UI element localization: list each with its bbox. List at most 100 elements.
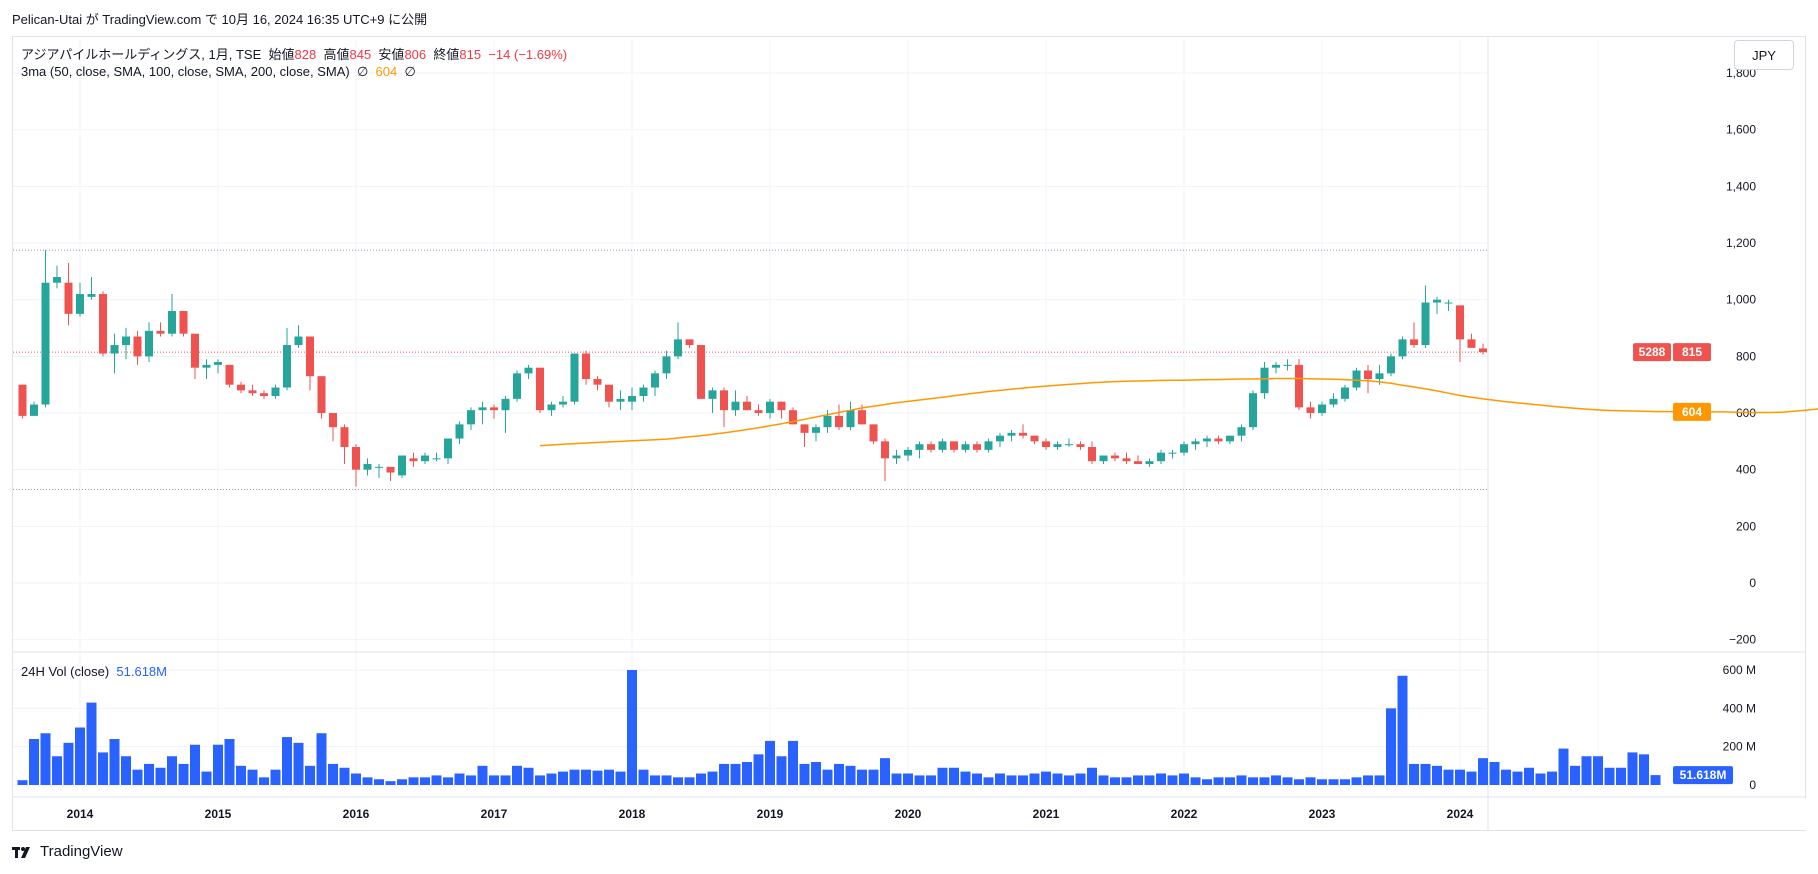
candle-body [1157,452,1165,462]
volume-bar [1121,777,1132,785]
volume-bar [224,739,235,785]
candle-body [30,404,38,416]
candle-body [559,401,567,405]
candle-body [133,336,142,357]
volume-bar [385,781,396,785]
volume-bar [190,744,200,785]
candle-body [1364,370,1372,380]
candle-body [64,282,73,314]
volume-bar [546,773,557,785]
volume-bar [558,771,568,785]
hidden-icon[interactable]: ∅ [404,64,415,79]
footer-brand: TradingView [12,843,123,860]
volume-bar [259,777,269,785]
candle-body [950,441,958,450]
candle-body [651,373,659,388]
volume-bar [1547,771,1557,785]
open-label: 始値 [268,47,295,62]
volume-bar [891,773,902,785]
candle-body [156,330,165,334]
volume-bar [339,767,350,785]
candle-body [570,353,579,402]
candle-body [202,364,211,368]
candle-body [708,390,717,399]
volume-bar [523,767,534,785]
volume-bar [1271,775,1281,785]
volume-bar [960,771,971,785]
price-tick-label: 0 [1749,576,1756,590]
candle-body [1042,441,1050,448]
volume-bar [247,769,258,785]
candle-body [260,393,268,397]
volume-bar [1466,771,1477,785]
candle-body [1352,370,1361,388]
volume-bar [730,763,741,785]
candle-body [513,373,521,399]
candle-body [1053,444,1062,448]
candle-body [421,455,429,462]
volume-bar [270,769,281,785]
volume-bar [512,765,522,785]
currency-button[interactable]: JPY [1734,40,1794,70]
candle-body [18,384,27,416]
candle-body [1295,364,1303,408]
volume-bar [144,763,154,785]
price-tick-label: 200 [1736,519,1756,533]
time-tick-label: 2020 [895,807,922,821]
volume-bar [1144,775,1155,785]
candle-body [145,330,153,357]
candle-body [99,294,107,354]
candle-body [1456,305,1464,340]
candle-body [800,424,809,433]
candle-body [835,415,843,428]
time-tick-label: 2021 [1033,807,1060,821]
volume-bar [351,773,361,785]
volume-bar [1535,773,1546,785]
candle-body [605,384,613,402]
candle-body [1134,461,1142,465]
volume-value: 51.618M [116,664,167,679]
volume-bar [374,779,384,785]
close-label: 終値 [433,47,460,62]
volume-bar [684,777,695,785]
volume-bar [719,763,729,785]
volume-bar [1443,769,1454,785]
volume-bar [454,773,465,785]
candle-body [248,390,257,394]
candle-body [881,441,889,459]
ma-value: 604 [375,64,398,79]
volume-bar [282,737,292,785]
volume-bar [1581,756,1592,785]
time-tick-label: 2023 [1309,807,1336,821]
volume-bar [822,769,833,785]
low-value: 806 [404,47,427,62]
candle-body [869,424,878,442]
volume-bar [972,773,982,785]
candle-body [1421,302,1430,346]
candle-body [754,410,763,414]
volume-bar [86,702,97,785]
volume-bar [397,779,407,785]
time-tick-label: 2024 [1447,807,1474,821]
candle-body [616,398,625,402]
volume-bar [592,770,603,785]
candle-body [812,427,820,433]
hidden-icon[interactable]: ∅ [357,64,368,79]
volume-bar [581,769,591,785]
candle-body [1433,299,1441,303]
ma-label[interactable]: 3ma (50, close, SMA, 100, close, SMA, 20… [21,64,350,79]
volume-label[interactable]: 24H Vol (close) [21,664,109,679]
volume-bar [983,777,994,785]
volume-bar [1570,765,1580,785]
chart-canvas[interactable]: 1,8001,6001,4001,2001,0008006004002000−2… [0,0,1818,874]
ohlc-legend: アジアパイルホールディングス, 1月, TSE 始値828 高値845 安値80… [21,44,567,63]
volume-bar [29,739,39,785]
volume-bar [638,769,649,785]
symbol-title[interactable]: アジアパイルホールディングス, 1月, TSE [21,47,261,62]
volume-bar [696,773,706,785]
candle-body [409,458,418,462]
time-tick-label: 2019 [757,807,784,821]
volume-bar [52,756,62,785]
time-tick-label: 2018 [619,807,646,821]
volume-bar [1420,763,1431,785]
